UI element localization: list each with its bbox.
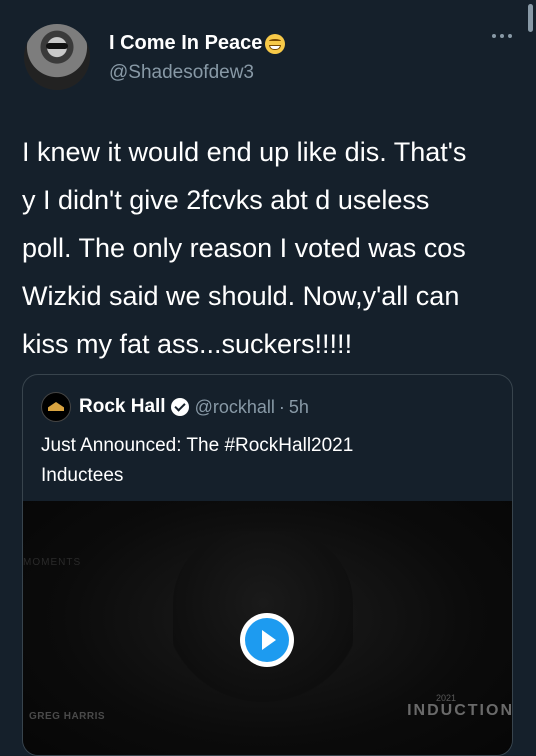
scrollbar[interactable] (528, 4, 533, 32)
quoted-tweet-text: Just Announced: The #RockHall2021 Induct… (41, 435, 354, 486)
quoted-tweet-header: Rock Hall @rockhall · 5h (41, 392, 309, 422)
verified-badge-icon (170, 398, 189, 416)
avatar[interactable] (24, 24, 90, 90)
play-icon (245, 618, 289, 662)
quoted-author-name[interactable]: Rock Hall (79, 396, 166, 418)
quoted-tweet-time[interactable]: 5h (289, 397, 309, 418)
video-caption-title: INDUCTION (407, 702, 513, 719)
more-options-icon[interactable] (492, 34, 512, 38)
tweet-header: I Come In Peace @Shadesofdew3 (24, 24, 512, 94)
tweet-text: I knew it would end up like dis. That's … (22, 137, 467, 359)
quoted-tweet[interactable]: Rock Hall @rockhall · 5h Just Announced:… (22, 374, 513, 756)
author-name-row[interactable]: I Come In Peace (109, 32, 286, 55)
video-ghost-text: MOMENTS (23, 557, 82, 568)
video-thumbnail[interactable]: MOMENTS GREG HARRIS 2021 INDUCTION (23, 501, 513, 755)
quoted-author-handle[interactable]: @rockhall (195, 397, 275, 418)
author-handle[interactable]: @Shadesofdew3 (109, 62, 254, 84)
rock-hall-logo-avatar[interactable] (41, 392, 71, 422)
grinning-face-emoji-icon (265, 33, 286, 54)
play-button[interactable] (240, 613, 294, 667)
separator-dot: · (278, 396, 285, 417)
author-display-name[interactable]: I Come In Peace (109, 32, 262, 55)
video-caption-name: GREG HARRIS (29, 711, 106, 722)
